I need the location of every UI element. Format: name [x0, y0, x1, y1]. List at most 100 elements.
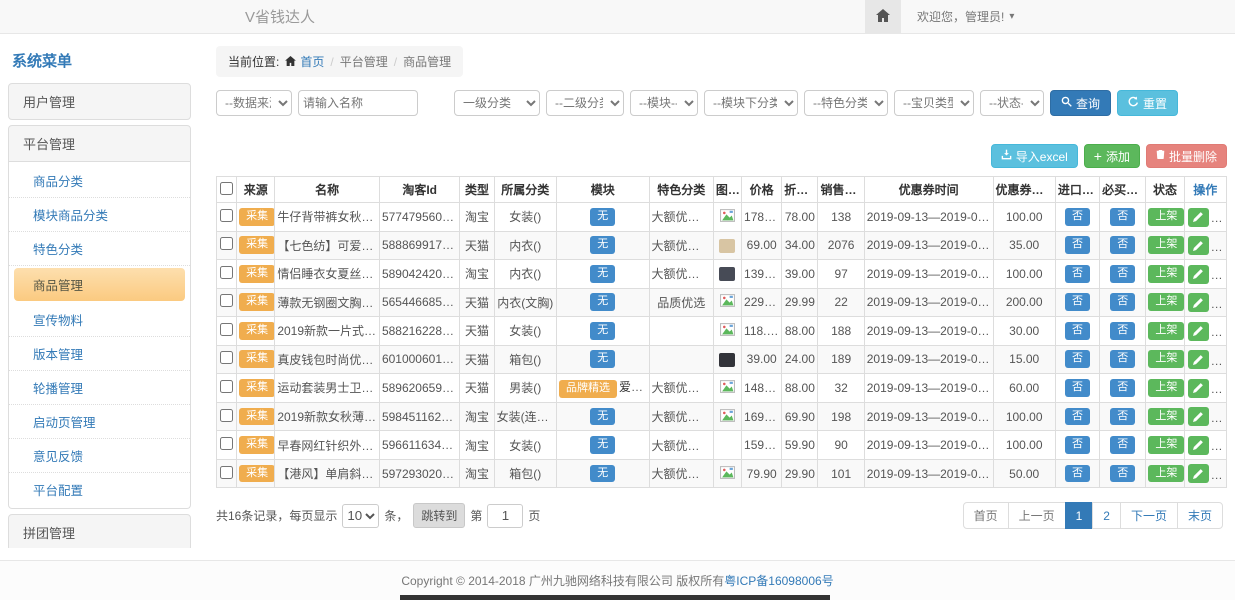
row-checkbox[interactable]: [220, 466, 233, 479]
discount-price-cell: 24.00: [782, 345, 818, 374]
pager-button-上一页[interactable]: 上一页: [1008, 502, 1066, 529]
must-buy-badge[interactable]: 否: [1110, 436, 1135, 454]
import-excel-button[interactable]: 导入excel: [991, 144, 1078, 168]
feature-category-select[interactable]: --特色分类--: [804, 90, 888, 116]
status-badge[interactable]: 上架: [1148, 322, 1184, 340]
sidebar-item-意见反馈[interactable]: 意见反馈: [9, 439, 190, 473]
import-select-badge[interactable]: 否: [1065, 465, 1090, 483]
edit-button[interactable]: [1188, 464, 1209, 483]
select-all-checkbox[interactable]: [220, 182, 233, 195]
sidebar-item-商品分类[interactable]: 商品分类: [9, 164, 190, 198]
home-button[interactable]: [865, 0, 901, 33]
sidebar-item-启动页管理[interactable]: 启动页管理: [9, 405, 190, 439]
status-badge[interactable]: 上架: [1148, 265, 1184, 283]
add-button[interactable]: + 添加: [1084, 144, 1140, 168]
row-checkbox[interactable]: [220, 237, 233, 250]
page-size-select[interactable]: 10: [342, 504, 379, 528]
status-badge[interactable]: 上架: [1148, 379, 1184, 397]
module-select[interactable]: --模块--: [630, 90, 698, 116]
status-badge[interactable]: 上架: [1148, 236, 1184, 254]
edit-button[interactable]: [1188, 350, 1209, 369]
row-checkbox[interactable]: [220, 380, 233, 393]
edit-button[interactable]: [1188, 236, 1209, 255]
pager-button-2[interactable]: 2: [1092, 502, 1121, 529]
edit-button[interactable]: [1188, 265, 1209, 284]
search-button[interactable]: 查询: [1050, 90, 1111, 116]
row-checkbox[interactable]: [220, 323, 233, 336]
sidebar-item-模块商品分类[interactable]: 模块商品分类: [9, 198, 190, 232]
sidebar-item-轮播管理[interactable]: 轮播管理: [9, 371, 190, 405]
icp-link[interactable]: 粤ICP备16098006号: [724, 572, 833, 589]
row-checkbox[interactable]: [220, 266, 233, 279]
data-source-select[interactable]: --数据来源--: [216, 90, 292, 116]
import-select-badge[interactable]: 否: [1065, 350, 1090, 368]
import-select-badge[interactable]: 否: [1065, 293, 1090, 311]
row-checkbox[interactable]: [220, 409, 233, 422]
must-buy-badge[interactable]: 否: [1110, 208, 1135, 226]
pager-button-1[interactable]: 1: [1065, 502, 1094, 529]
column-header-优惠券金额: 优惠券金额: [993, 177, 1055, 203]
module-subcategory-select[interactable]: --模块下分类--: [704, 90, 798, 116]
sidebar-group-用户管理[interactable]: 用户管理: [8, 83, 191, 120]
page-jump-input[interactable]: [487, 504, 523, 528]
name-search-input[interactable]: [298, 90, 418, 116]
pager-button-下一页[interactable]: 下一页: [1120, 502, 1178, 529]
edit-button[interactable]: [1188, 322, 1209, 341]
item-type-select[interactable]: --宝贝类型--: [894, 90, 974, 116]
status-badge[interactable]: 上架: [1148, 465, 1184, 483]
status-badge[interactable]: 上架: [1148, 350, 1184, 368]
batch-delete-button[interactable]: 批量删除: [1146, 144, 1227, 168]
edit-button[interactable]: [1188, 208, 1209, 227]
breadcrumb-home-link[interactable]: 首页: [300, 53, 324, 70]
user-menu[interactable]: 欢迎您，管理员! ▾: [917, 8, 1014, 25]
column-header-优惠券时间: 优惠券时间: [864, 177, 993, 203]
import-select-badge[interactable]: 否: [1065, 436, 1090, 454]
row-checkbox[interactable]: [220, 351, 233, 364]
status-select[interactable]: --状态--: [980, 90, 1044, 116]
sidebar-item-特色分类[interactable]: 特色分类: [9, 232, 190, 266]
status-badge[interactable]: 上架: [1148, 293, 1184, 311]
must-buy-badge[interactable]: 否: [1110, 350, 1135, 368]
name-cell: 牛仔背带裤女秋装减龄...: [275, 203, 380, 232]
pager-button-末页[interactable]: 末页: [1177, 502, 1223, 529]
must-buy-badge[interactable]: 否: [1110, 465, 1135, 483]
row-checkbox[interactable]: [220, 437, 233, 450]
sidebar-item-版本管理[interactable]: 版本管理: [9, 337, 190, 371]
sidebar-item-平台配置[interactable]: 平台配置: [9, 473, 190, 506]
status-badge[interactable]: 上架: [1148, 408, 1184, 426]
must-buy-badge[interactable]: 否: [1110, 379, 1135, 397]
category-level1-select[interactable]: 一级分类: [454, 90, 540, 116]
jump-to-button[interactable]: 跳转到: [413, 503, 465, 528]
import-select-badge[interactable]: 否: [1065, 408, 1090, 426]
pagination-bar: 共16条记录，每页显示 10 条， 跳转到 第 页 首页上一页12下一页末页: [216, 502, 1227, 529]
must-buy-badge[interactable]: 否: [1110, 236, 1135, 254]
status-badge[interactable]: 上架: [1148, 208, 1184, 226]
top-right-controls: 欢迎您，管理员! ▾: [865, 0, 1014, 33]
sidebar-group-拼团管理[interactable]: 拼团管理: [8, 514, 191, 548]
import-select-badge[interactable]: 否: [1065, 322, 1090, 340]
must-buy-badge[interactable]: 否: [1110, 265, 1135, 283]
edit-button[interactable]: [1188, 407, 1209, 426]
import-select-badge[interactable]: 否: [1065, 236, 1090, 254]
sidebar-group-平台管理[interactable]: 平台管理: [8, 125, 191, 162]
must-buy-badge[interactable]: 否: [1110, 408, 1135, 426]
row-checkbox[interactable]: [220, 294, 233, 307]
edit-button[interactable]: [1188, 379, 1209, 398]
edit-button[interactable]: [1188, 436, 1209, 455]
sidebar-item-商品管理[interactable]: 商品管理: [14, 268, 185, 301]
pager-button-首页[interactable]: 首页: [963, 502, 1009, 529]
import-select-badge[interactable]: 否: [1065, 379, 1090, 397]
must-buy-badge[interactable]: 否: [1110, 293, 1135, 311]
must-buy-badge[interactable]: 否: [1110, 322, 1135, 340]
import-select-badge[interactable]: 否: [1065, 265, 1090, 283]
status-badge[interactable]: 上架: [1148, 436, 1184, 454]
reset-button[interactable]: 重置: [1117, 90, 1178, 116]
import-select-badge[interactable]: 否: [1065, 208, 1090, 226]
bottom-dark-bar: [400, 595, 830, 600]
category-level2-select[interactable]: --二级分类--: [546, 90, 624, 116]
row-checkbox[interactable]: [220, 209, 233, 222]
column-header-进口优选: 进口优选: [1055, 177, 1099, 203]
icon-cell: [713, 203, 741, 232]
edit-button[interactable]: [1188, 293, 1209, 312]
sidebar-item-宣传物料[interactable]: 宣传物料: [9, 303, 190, 337]
